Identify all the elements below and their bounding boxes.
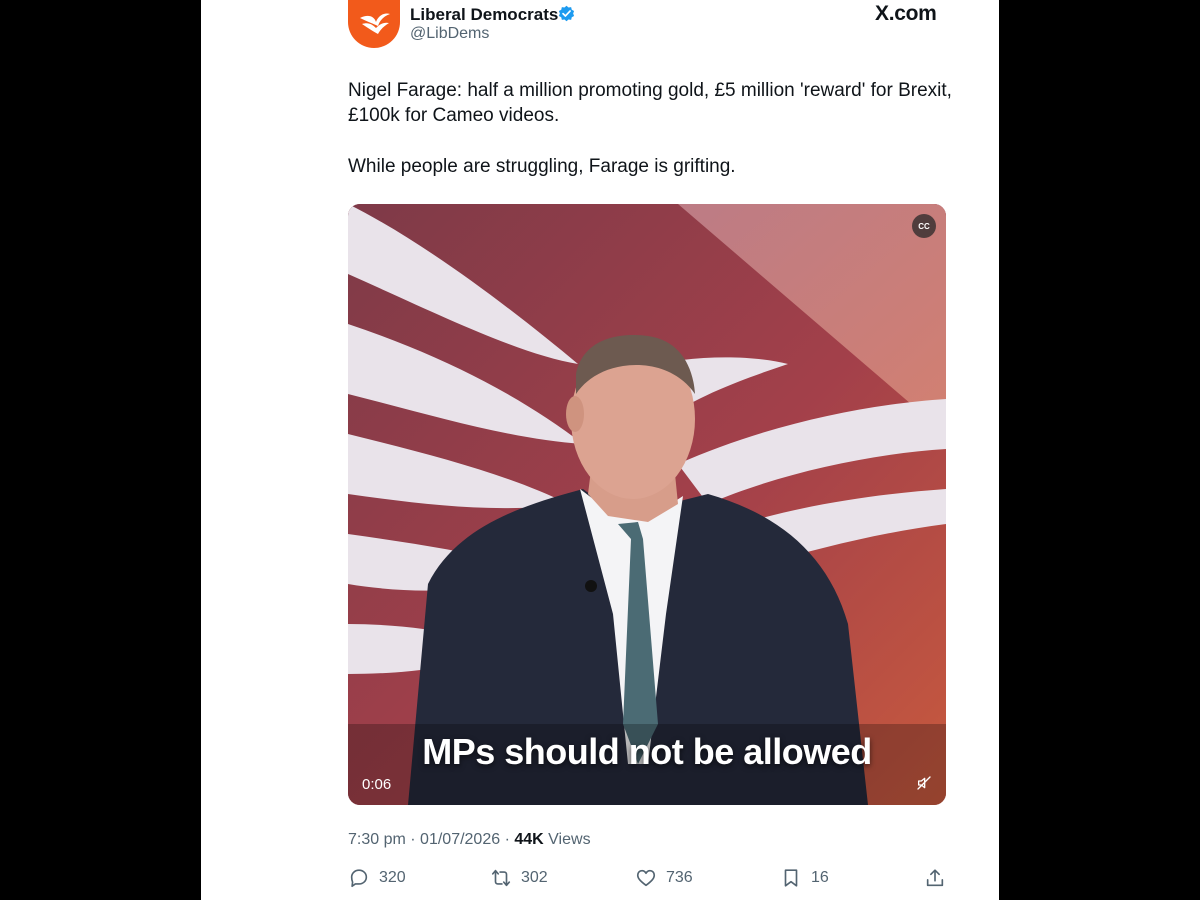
like-button[interactable]: 736 xyxy=(635,866,693,890)
meta-separator: · xyxy=(504,831,510,848)
author-name[interactable]: Liberal Democrats xyxy=(410,5,558,25)
like-count: 736 xyxy=(666,869,693,886)
repost-icon xyxy=(491,869,511,887)
tweet-paragraph: While people are struggling, Farage is g… xyxy=(348,156,736,177)
bookmark-count: 16 xyxy=(811,869,829,886)
bookmark-icon xyxy=(784,869,798,887)
action-bar: 320 302 736 16 xyxy=(348,866,946,890)
captions-button[interactable]: CC xyxy=(912,214,936,238)
repost-button[interactable]: 302 xyxy=(490,866,548,890)
avatar[interactable] xyxy=(348,0,400,48)
left-margin xyxy=(0,0,201,900)
meta-separator: · xyxy=(410,831,416,848)
verified-badge-icon xyxy=(558,5,575,22)
right-margin xyxy=(999,0,1200,900)
tweet-date[interactable]: 01/07/2026 xyxy=(420,831,500,848)
captions-label: CC xyxy=(918,221,930,231)
repost-count: 302 xyxy=(521,869,548,886)
author-handle[interactable]: @LibDems xyxy=(410,25,489,43)
site-label: X.com xyxy=(875,2,937,25)
video-frame-image xyxy=(348,204,946,805)
reply-icon xyxy=(350,869,368,888)
bird-logo-icon xyxy=(360,13,390,34)
mute-icon[interactable] xyxy=(916,775,932,791)
tweet-paragraph: Nigel Farage: half a million promoting g… xyxy=(348,80,952,126)
share-icon xyxy=(926,869,944,887)
views-count: 44K xyxy=(514,831,544,848)
tweet-text: Nigel Farage: half a million promoting g… xyxy=(348,78,958,179)
video-timecode: 0:06 xyxy=(362,776,392,793)
video-caption: MPs should not be allowed xyxy=(422,731,872,772)
bookmark-button[interactable]: 16 xyxy=(780,866,829,890)
views-label: Views xyxy=(548,831,591,848)
video-player[interactable]: CC MPs should not be allowed 0:06 xyxy=(348,204,946,805)
tweet-card: Liberal Democrats @LibDems X.com Nigel F… xyxy=(201,0,999,900)
reply-button[interactable]: 320 xyxy=(348,866,406,890)
heart-icon xyxy=(636,869,656,887)
tweet-time[interactable]: 7:30 pm xyxy=(348,831,406,848)
tweet-meta: 7:30 pm · 01/07/2026 · 44K Views xyxy=(348,831,591,849)
share-button[interactable] xyxy=(924,866,955,890)
reply-count: 320 xyxy=(379,869,406,886)
